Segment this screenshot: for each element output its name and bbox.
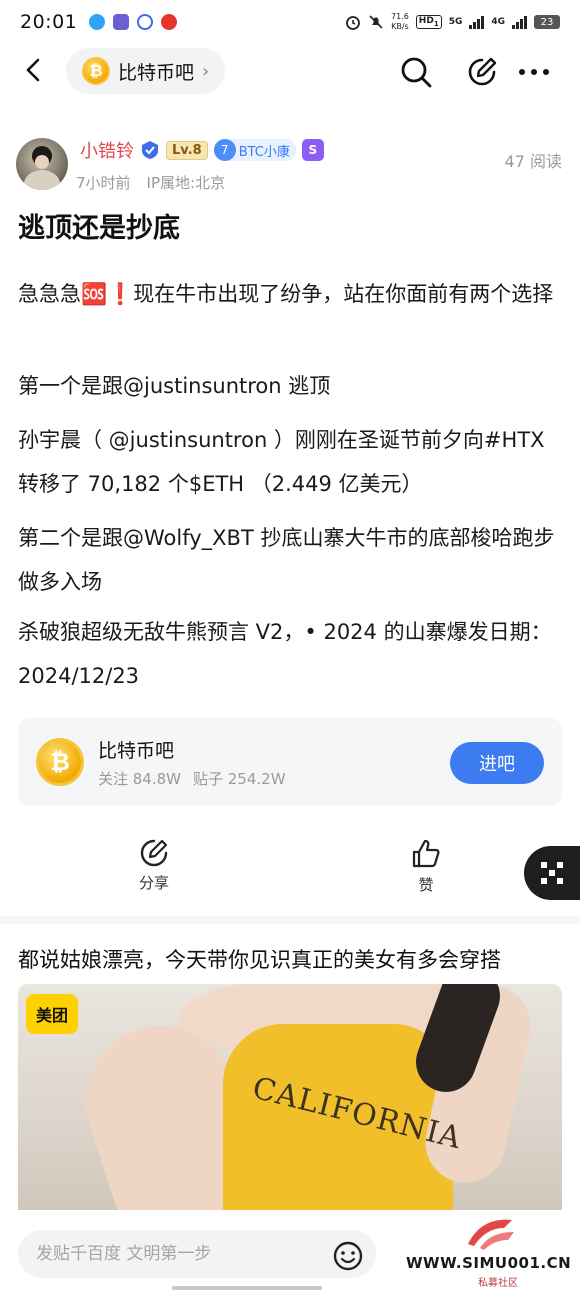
system-indicators: 71.6 KB/s HD1 5G 4G 23	[345, 12, 560, 32]
hd-label: HD	[418, 16, 434, 27]
home-indicator	[172, 1286, 322, 1290]
post-paragraph: 第二个是跟@Wolfy_XBT 抄底山寨大牛市的底部梭哈跑步做多入场	[18, 526, 555, 594]
view-count: 47 阅读	[504, 152, 562, 171]
join-forum-button[interactable]: 进吧	[450, 742, 544, 784]
search-button[interactable]	[396, 52, 436, 92]
net-speed: 71.6 KB/s	[391, 12, 409, 32]
forum-card[interactable]: ₿ 比特币吧 关注 84.8W 贴子 254.2W 进吧	[18, 718, 562, 806]
hd-sub: 1	[433, 19, 439, 28]
back-arrow-icon	[26, 58, 40, 82]
ad-image[interactable]: CALIFORNIA 美团	[18, 984, 562, 1219]
watermark-subtitle: 私募社区	[478, 1278, 518, 1289]
ip-location: IP属地:北京	[146, 174, 226, 192]
status-bar: 20:01 71.6 KB/s HD1 5G 4G 23	[0, 0, 580, 44]
status-time: 20:01	[20, 11, 78, 33]
qr-grid-icon	[541, 862, 563, 884]
battery-icon: 23	[534, 15, 560, 29]
forum-chip-name: 比特币吧	[118, 61, 195, 84]
net-5g-label: 5G	[448, 17, 463, 27]
app-icon	[113, 14, 130, 30]
top-nav: ₿ 比特币吧 ›	[0, 44, 580, 100]
reply-input[interactable]	[18, 1230, 376, 1278]
net-speed-value: 71.6	[390, 12, 409, 21]
back-button[interactable]	[20, 56, 50, 86]
forum-card-stats: 关注 84.8W 贴子 254.2W	[98, 768, 286, 789]
special-badge-icon: S	[301, 139, 324, 161]
bitcoin-logo-icon: ₿	[36, 738, 84, 786]
notification-icons	[89, 14, 178, 30]
signal-icon	[512, 15, 527, 29]
share-icon	[140, 839, 168, 867]
post-title: 逃顶还是抄底	[18, 213, 180, 244]
forum-posts: 贴子 254.2W	[193, 770, 286, 788]
net-4g-label: 4G	[491, 17, 505, 27]
post-paragraph: 第一个是跟@justinsuntron 逃顶	[18, 374, 331, 398]
section-divider	[0, 916, 580, 924]
forum-chip[interactable]: ₿ 比特币吧 ›	[66, 48, 226, 94]
watermark-logo	[468, 1219, 514, 1250]
ad-title[interactable]: 都说姑娘漂亮，今天带你见识真正的美女有多会穿搭	[18, 944, 501, 974]
weibo-icon	[161, 14, 178, 30]
chevron-right-icon: ›	[202, 60, 210, 82]
floating-button[interactable]	[524, 846, 580, 900]
more-dots-icon	[519, 69, 549, 75]
avatar[interactable]	[16, 138, 68, 190]
member-badge: 7 BTC小康	[213, 139, 296, 161]
post-meta: 7小时前 IP属地:北京	[76, 172, 225, 193]
alarm-icon	[346, 16, 360, 30]
watermark-url: WWW.SIMU001.CN	[406, 1254, 572, 1272]
app-icon	[137, 14, 154, 30]
search-icon	[401, 57, 432, 88]
emoji-smile-icon	[333, 1241, 363, 1271]
hd-badge: HD1	[415, 15, 442, 29]
emoji-button[interactable]	[332, 1240, 364, 1272]
signal-icon	[469, 15, 485, 29]
like-button[interactable]: 赞	[396, 838, 456, 895]
forum-card-name: 比特币吧	[98, 740, 175, 762]
verified-badge-icon	[142, 141, 158, 159]
edit-button[interactable]	[462, 52, 502, 92]
edit-icon	[468, 57, 497, 86]
net-speed-unit: KB/s	[391, 22, 409, 31]
share-label: 分享	[138, 874, 169, 892]
author-row: 小锆铃 Lv.8 7 BTC小康 S	[80, 137, 324, 163]
post-paragraph: 孙宇晨（ @justinsuntron ）刚刚在圣诞节前夕向#HTX 转移了 7…	[18, 428, 545, 496]
qq-icon	[89, 14, 106, 30]
member-badge-number: 7	[213, 139, 236, 161]
bottom-reply-bar: WWW.SIMU001.CN 私募社区	[0, 1210, 580, 1293]
author-name[interactable]: 小锆铃	[80, 137, 134, 163]
share-button[interactable]: 分享	[124, 838, 184, 893]
watermark: WWW.SIMU001.CN 私募社区	[404, 1210, 580, 1293]
mute-icon	[369, 15, 383, 29]
post-time: 7小时前	[76, 174, 131, 192]
avatar-image	[24, 146, 60, 190]
like-label: 赞	[418, 876, 434, 894]
meituan-logo: 美团	[26, 994, 78, 1034]
post-paragraph: 杀破狼超级无敌牛熊预言 V2，• 2024 的山寨爆发日期：2024/12/23	[18, 620, 552, 688]
bitcoin-logo-icon: ₿	[82, 57, 110, 85]
more-button[interactable]	[514, 52, 554, 92]
member-badge-text: BTC小康	[238, 144, 290, 160]
level-badge: Lv.8	[166, 140, 208, 160]
thumbs-up-icon	[412, 839, 440, 868]
forum-followers: 关注 84.8W	[98, 770, 181, 788]
post-paragraph: 急急急🆘❗现在牛市出现了纷争，站在你面前有两个选择	[18, 282, 554, 306]
